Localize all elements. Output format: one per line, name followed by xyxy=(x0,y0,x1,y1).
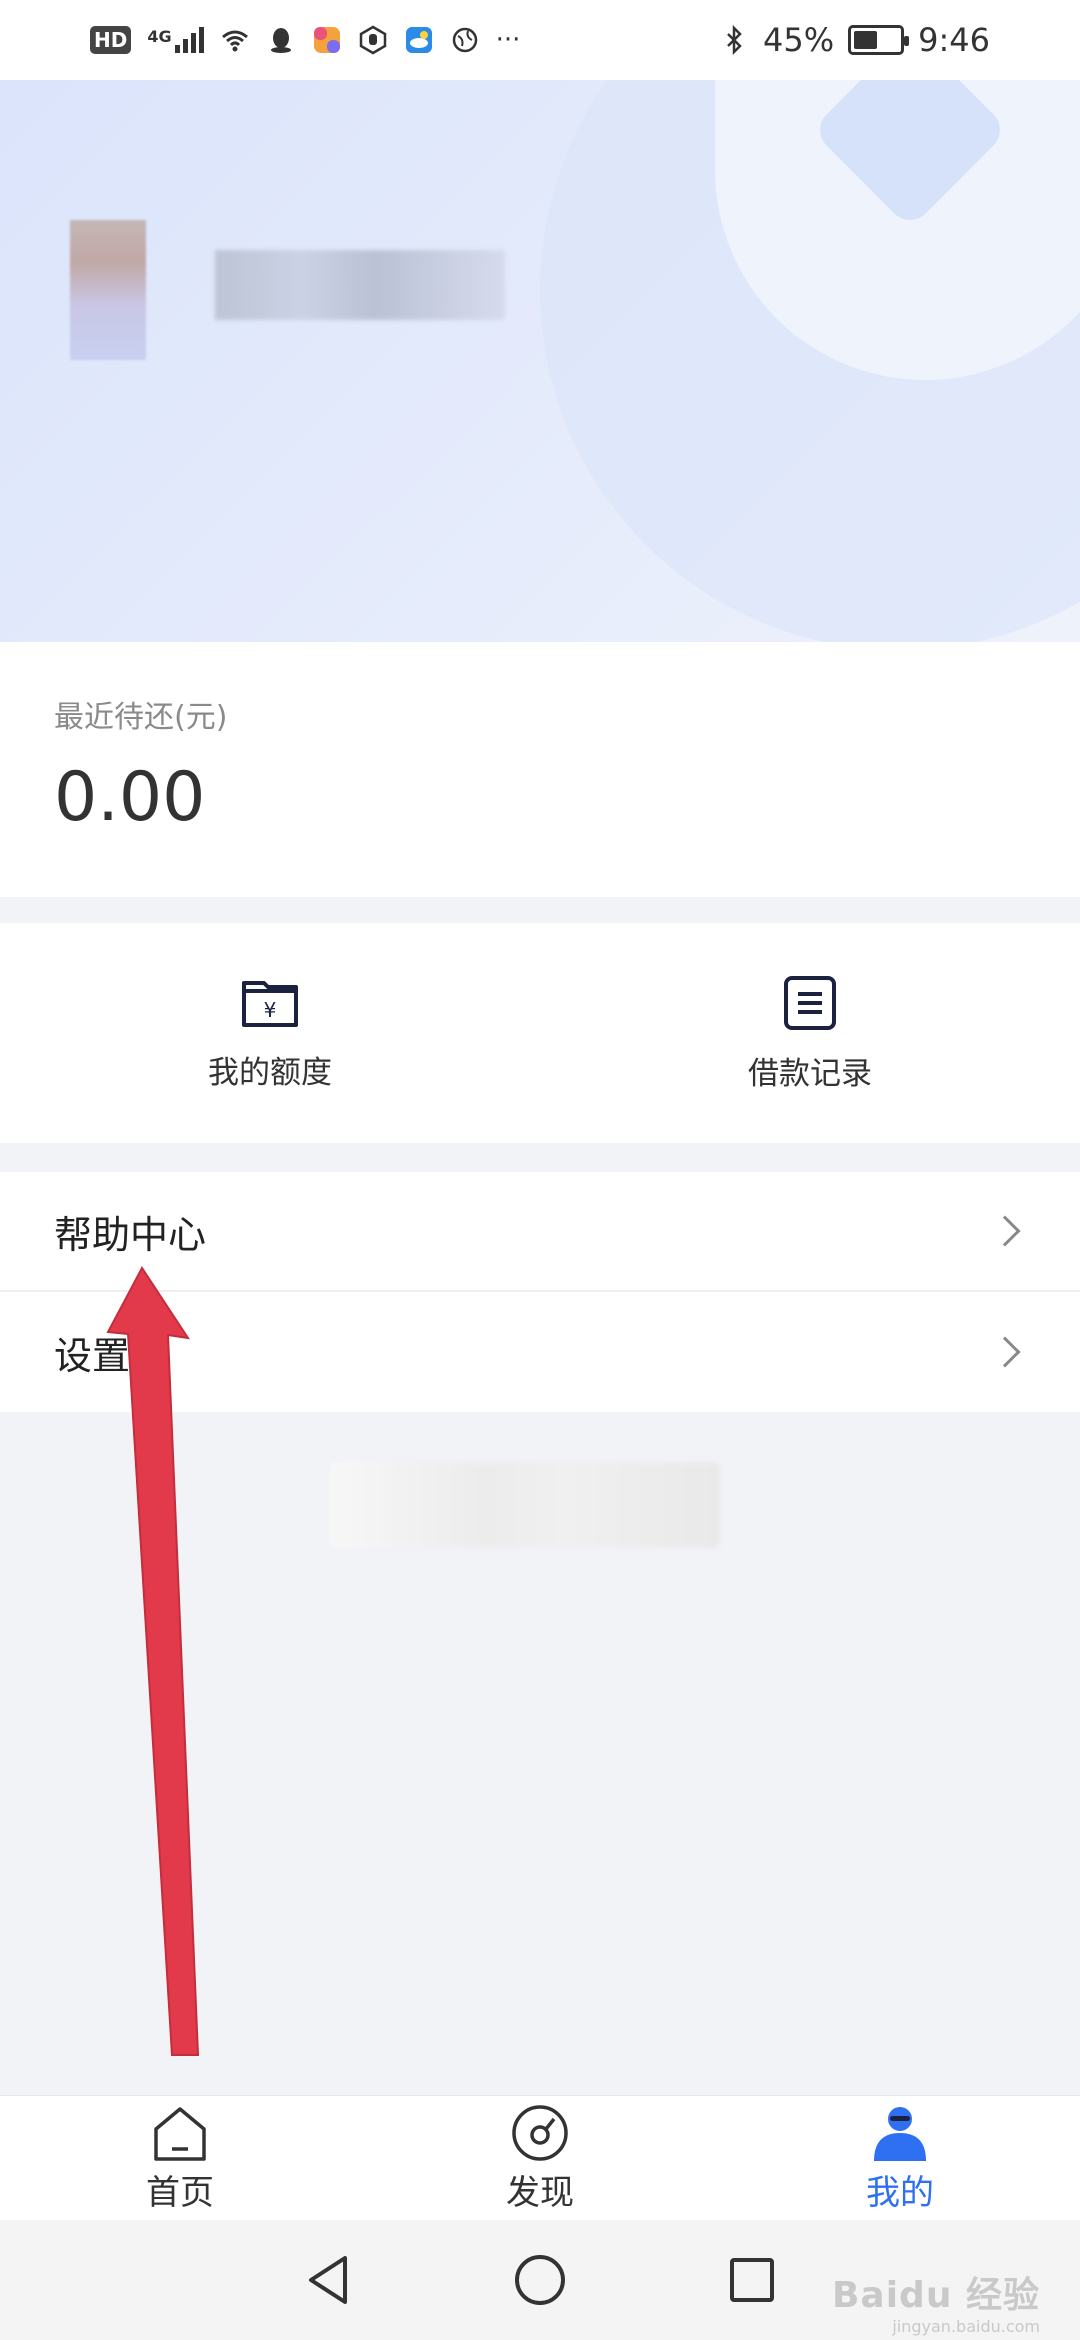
loan-records-label: 借款记录 xyxy=(748,1055,872,1092)
quick-actions: ¥ 我的额度 借款记录 xyxy=(0,923,1080,1143)
help-center-item[interactable]: 帮助中心 xyxy=(0,1172,1080,1292)
app-colorful-icon xyxy=(313,27,340,53)
repayment-card[interactable]: 最近待还(元) 0.00 xyxy=(0,642,1080,897)
document-list-icon xyxy=(784,975,836,1030)
tab-mine[interactable]: 我的 xyxy=(720,2096,1080,2220)
svg-text:¥: ¥ xyxy=(264,998,277,1022)
home-icon xyxy=(154,2106,206,2161)
weather-icon xyxy=(405,27,432,53)
settings-item[interactable]: 设置 xyxy=(0,1292,1080,1412)
baidu-watermark-url: jingyan.baidu.com xyxy=(892,2317,1040,2336)
tab-home[interactable]: 首页 xyxy=(0,2096,360,2220)
recents-square-icon[interactable] xyxy=(727,2255,777,2305)
status-left: HD 4G ··· xyxy=(90,25,520,55)
chevron-right-icon xyxy=(989,1336,1021,1368)
my-credit-label: 我的额度 xyxy=(208,1054,332,1091)
tab-mine-label: 我的 xyxy=(866,2172,934,2213)
repayment-amount: 0.00 xyxy=(54,758,206,837)
settings-label: 设置 xyxy=(54,1333,131,1378)
battery-icon xyxy=(848,25,910,55)
home-circle-icon[interactable] xyxy=(513,2253,567,2307)
hand-shield-icon xyxy=(359,25,386,55)
globe-icon xyxy=(452,27,477,53)
signal-4g-icon: 4G xyxy=(147,27,204,53)
chevron-right-icon xyxy=(989,1215,1021,1247)
bluetooth-icon xyxy=(727,25,742,55)
status-right: 45% 9:46 xyxy=(719,21,990,59)
avatar[interactable] xyxy=(70,220,146,360)
system-navigation-bar: Baidu 经验 jingyan.baidu.com xyxy=(0,2220,1080,2340)
loan-records-button[interactable]: 借款记录 xyxy=(540,923,1080,1143)
more-notifications-icon: ··· xyxy=(495,25,521,55)
clock: 9:46 xyxy=(918,21,990,59)
settings-menu: 帮助中心 设置 xyxy=(0,1172,1080,1412)
discover-icon xyxy=(512,2104,568,2161)
wifi-icon xyxy=(221,30,248,52)
app-screen: HD 4G ··· 45% 9:46 最近待还(元) 0.00 ¥ 我的额度 借… xyxy=(0,0,1080,2340)
repayment-label: 最近待还(元) xyxy=(54,700,228,735)
profile-header xyxy=(0,80,1080,642)
baidu-watermark: Baidu 经验 xyxy=(831,2275,1040,2316)
blurred-footer-text xyxy=(330,1462,720,1548)
tab-discover[interactable]: 发现 xyxy=(360,2096,720,2220)
hd-badge: HD xyxy=(90,26,132,54)
profile-icon xyxy=(874,2106,926,2161)
qq-icon xyxy=(270,28,291,53)
bottom-tab-bar: 首页 发现 我的 xyxy=(0,2095,1080,2220)
network-type-label: 4G xyxy=(147,27,172,46)
battery-percent: 45% xyxy=(763,21,835,59)
wallet-yuan-icon: ¥ xyxy=(242,980,298,1027)
help-center-label: 帮助中心 xyxy=(54,1212,207,1257)
tab-discover-label: 发现 xyxy=(506,2172,574,2213)
my-credit-button[interactable]: ¥ 我的额度 xyxy=(0,923,540,1143)
tab-home-label: 首页 xyxy=(146,2172,214,2213)
back-icon[interactable] xyxy=(303,2252,353,2308)
status-bar: HD 4G ··· 45% 9:46 xyxy=(0,0,1080,80)
username-blurred[interactable] xyxy=(215,250,505,320)
